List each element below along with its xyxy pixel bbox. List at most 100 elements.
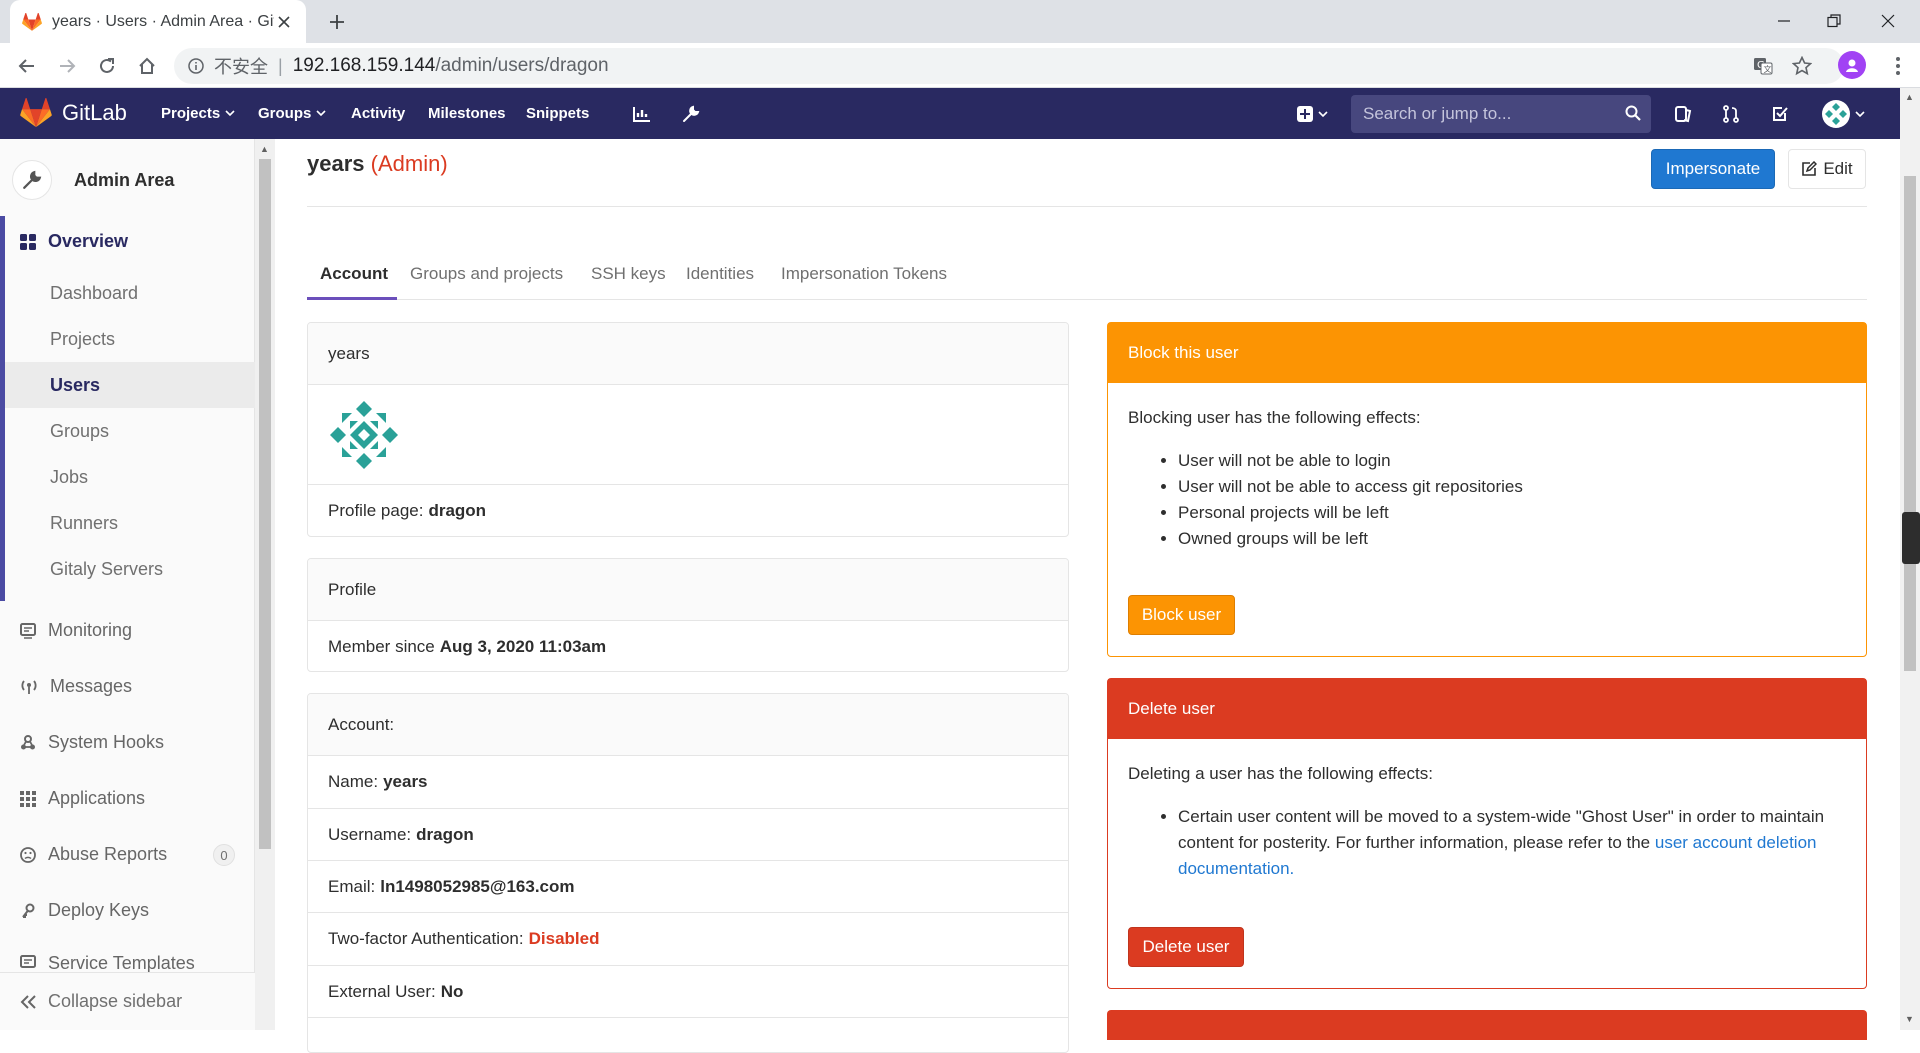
sidebar-scroll-thumb[interactable] bbox=[259, 159, 271, 849]
sidebar-item-projects[interactable]: Projects bbox=[50, 329, 115, 350]
sidebar-item-monitoring[interactable]: Monitoring bbox=[20, 620, 132, 641]
tab-groups-and-projects[interactable]: Groups and projects bbox=[410, 248, 563, 300]
email-value[interactable]: ln1498052985@163.com bbox=[380, 877, 574, 897]
two-factor-status: Disabled bbox=[528, 929, 600, 948]
username-value: dragon bbox=[416, 824, 474, 844]
user-tabs: Account Groups and projects SSH keys Ide… bbox=[307, 248, 1867, 300]
browser-tab[interactable]: years · Users · Admin Area · GitLab bbox=[10, 0, 306, 43]
delete-user-button[interactable]: Delete user bbox=[1128, 927, 1244, 967]
delete-user-header: Delete user bbox=[1108, 679, 1866, 739]
sidebar-item-label: Deploy Keys bbox=[48, 900, 150, 920]
sidebar-item-gitaly-servers[interactable]: Gitaly Servers bbox=[50, 559, 163, 580]
forward-icon[interactable] bbox=[52, 51, 82, 81]
profile-page-label: Profile page: bbox=[328, 500, 424, 520]
close-window-icon[interactable] bbox=[1872, 6, 1904, 36]
scroll-up-icon[interactable]: ▲ bbox=[260, 144, 269, 154]
gitlab-home-link[interactable]: GitLab bbox=[20, 98, 127, 128]
impersonate-button[interactable]: Impersonate bbox=[1651, 149, 1775, 189]
browser-profile-avatar[interactable] bbox=[1838, 51, 1866, 79]
sidebar-item-dashboard[interactable]: Dashboard bbox=[50, 283, 138, 304]
active-tab-indicator bbox=[307, 297, 397, 300]
nav-activity[interactable]: Activity bbox=[351, 88, 405, 139]
scroll-up-icon[interactable]: ▲ bbox=[1905, 92, 1914, 102]
tab-title: years · Users · Admin Area · GitLab bbox=[52, 12, 274, 30]
broadcast-icon bbox=[20, 679, 38, 695]
external-user-row: External User: No bbox=[308, 966, 1068, 1018]
bookmark-star-icon[interactable] bbox=[1788, 52, 1816, 80]
sidebar-item-label: Abuse Reports bbox=[48, 844, 168, 864]
sidebar-item-system-hooks[interactable]: System Hooks bbox=[20, 732, 164, 753]
scroll-down-icon[interactable]: ▼ bbox=[1905, 1014, 1914, 1024]
sidebar-item-jobs[interactable]: Jobs bbox=[50, 467, 88, 488]
list-item: Personal projects will be left bbox=[1178, 500, 1523, 526]
restore-icon[interactable] bbox=[1818, 6, 1850, 36]
nav-milestones[interactable]: Milestones bbox=[428, 88, 506, 139]
back-icon[interactable] bbox=[12, 51, 42, 81]
delete-user-and-contributions-card bbox=[1107, 1010, 1867, 1040]
home-icon[interactable] bbox=[132, 51, 162, 81]
new-tab-icon[interactable] bbox=[324, 9, 350, 35]
list-item: User will not be able to login bbox=[1178, 448, 1523, 474]
user-menu-dropdown[interactable] bbox=[1818, 100, 1868, 128]
email-row: Email: ln1498052985@163.com bbox=[308, 861, 1068, 913]
block-effects-list: User will not be able to login User will… bbox=[1178, 448, 1523, 552]
page-scroll-thumb[interactable] bbox=[1904, 176, 1916, 671]
sidebar-item-groups[interactable]: Groups bbox=[50, 421, 109, 442]
card-header: years bbox=[308, 323, 1068, 385]
browser-menu-icon[interactable] bbox=[1888, 52, 1908, 80]
email-label: Email: bbox=[328, 876, 376, 896]
search-input[interactable]: Search or jump to... bbox=[1351, 95, 1651, 133]
external-user-label: External User: bbox=[328, 981, 436, 1001]
minimize-icon[interactable] bbox=[1768, 6, 1800, 36]
sidebar-item-overview[interactable]: Overview bbox=[20, 231, 128, 252]
sidebar-context-header[interactable]: Admin Area bbox=[12, 153, 174, 207]
todo-check-icon[interactable] bbox=[1767, 101, 1793, 127]
two-factor-label: Two-factor Authentication: bbox=[328, 929, 524, 948]
slightly-frowning-face-icon bbox=[20, 846, 36, 863]
sidebar-item-deploy-keys[interactable]: Deploy Keys bbox=[20, 900, 149, 921]
sidebar-item-users[interactable]: Users bbox=[50, 375, 100, 396]
gitlab-logo-icon bbox=[20, 98, 52, 128]
merge-request-icon[interactable] bbox=[1718, 101, 1744, 127]
tab-account[interactable]: Account bbox=[320, 248, 388, 300]
block-user-button[interactable]: Block user bbox=[1128, 595, 1235, 635]
sidebar-item-applications[interactable]: Applications bbox=[20, 788, 145, 809]
side-panel-handle[interactable] bbox=[1902, 512, 1920, 564]
chart-icon[interactable] bbox=[629, 101, 655, 127]
user-avatar-icon bbox=[1821, 100, 1850, 128]
hook-icon bbox=[20, 734, 36, 751]
sidebar-item-messages[interactable]: Messages bbox=[20, 676, 132, 697]
sidebar-item-label: Applications bbox=[48, 788, 146, 808]
translate-icon[interactable]: G文 bbox=[1749, 52, 1777, 80]
sidebar-scrollbar[interactable]: ▲ bbox=[255, 139, 275, 1030]
sidebar-item-runners[interactable]: Runners bbox=[50, 513, 118, 534]
omnibox[interactable]: 不安全 | 192.168.159.144/admin/users/dragon bbox=[174, 48, 1844, 84]
collapse-sidebar-button[interactable]: Collapse sidebar bbox=[0, 972, 255, 1030]
reload-icon[interactable] bbox=[92, 51, 122, 81]
sidebar-item-service-templates[interactable]: Service Templates bbox=[20, 953, 195, 972]
new-item-dropdown[interactable] bbox=[1290, 101, 1334, 127]
nav-groups-label: Groups bbox=[258, 105, 312, 122]
admin-sidebar: Admin Area Overview Dashboard Projects U… bbox=[0, 139, 255, 1030]
nav-snippets[interactable]: Snippets bbox=[526, 88, 589, 139]
info-icon[interactable] bbox=[188, 58, 204, 74]
nav-projects[interactable]: Projects bbox=[161, 88, 235, 139]
edit-button[interactable]: Edit bbox=[1788, 149, 1866, 189]
profile-page-link[interactable]: dragon bbox=[428, 501, 486, 521]
avatar-row bbox=[308, 385, 1068, 485]
gitlab-logo-text: GitLab bbox=[62, 100, 127, 125]
tab-ssh-keys[interactable]: SSH keys bbox=[591, 248, 666, 300]
issues-icon[interactable] bbox=[1670, 101, 1696, 127]
tab-impersonation-tokens[interactable]: Impersonation Tokens bbox=[781, 248, 947, 300]
sidebar-item-abuse-reports[interactable]: Abuse Reports bbox=[20, 844, 167, 865]
tab-identities[interactable]: Identities bbox=[686, 248, 754, 300]
sidebar-item-label: System Hooks bbox=[48, 732, 165, 752]
list-item: Certain user content will be moved to a … bbox=[1178, 804, 1858, 882]
wrench-icon[interactable] bbox=[678, 101, 704, 127]
browser-tab-strip: years · Users · Admin Area · GitLab bbox=[0, 0, 1920, 43]
card-header: Account: bbox=[308, 694, 1068, 756]
gitlab-header: GitLab Projects Groups Activity Mileston… bbox=[0, 88, 1900, 139]
external-user-value: No bbox=[440, 981, 464, 1001]
tab-close-icon[interactable] bbox=[274, 12, 294, 32]
nav-groups[interactable]: Groups bbox=[258, 88, 326, 139]
